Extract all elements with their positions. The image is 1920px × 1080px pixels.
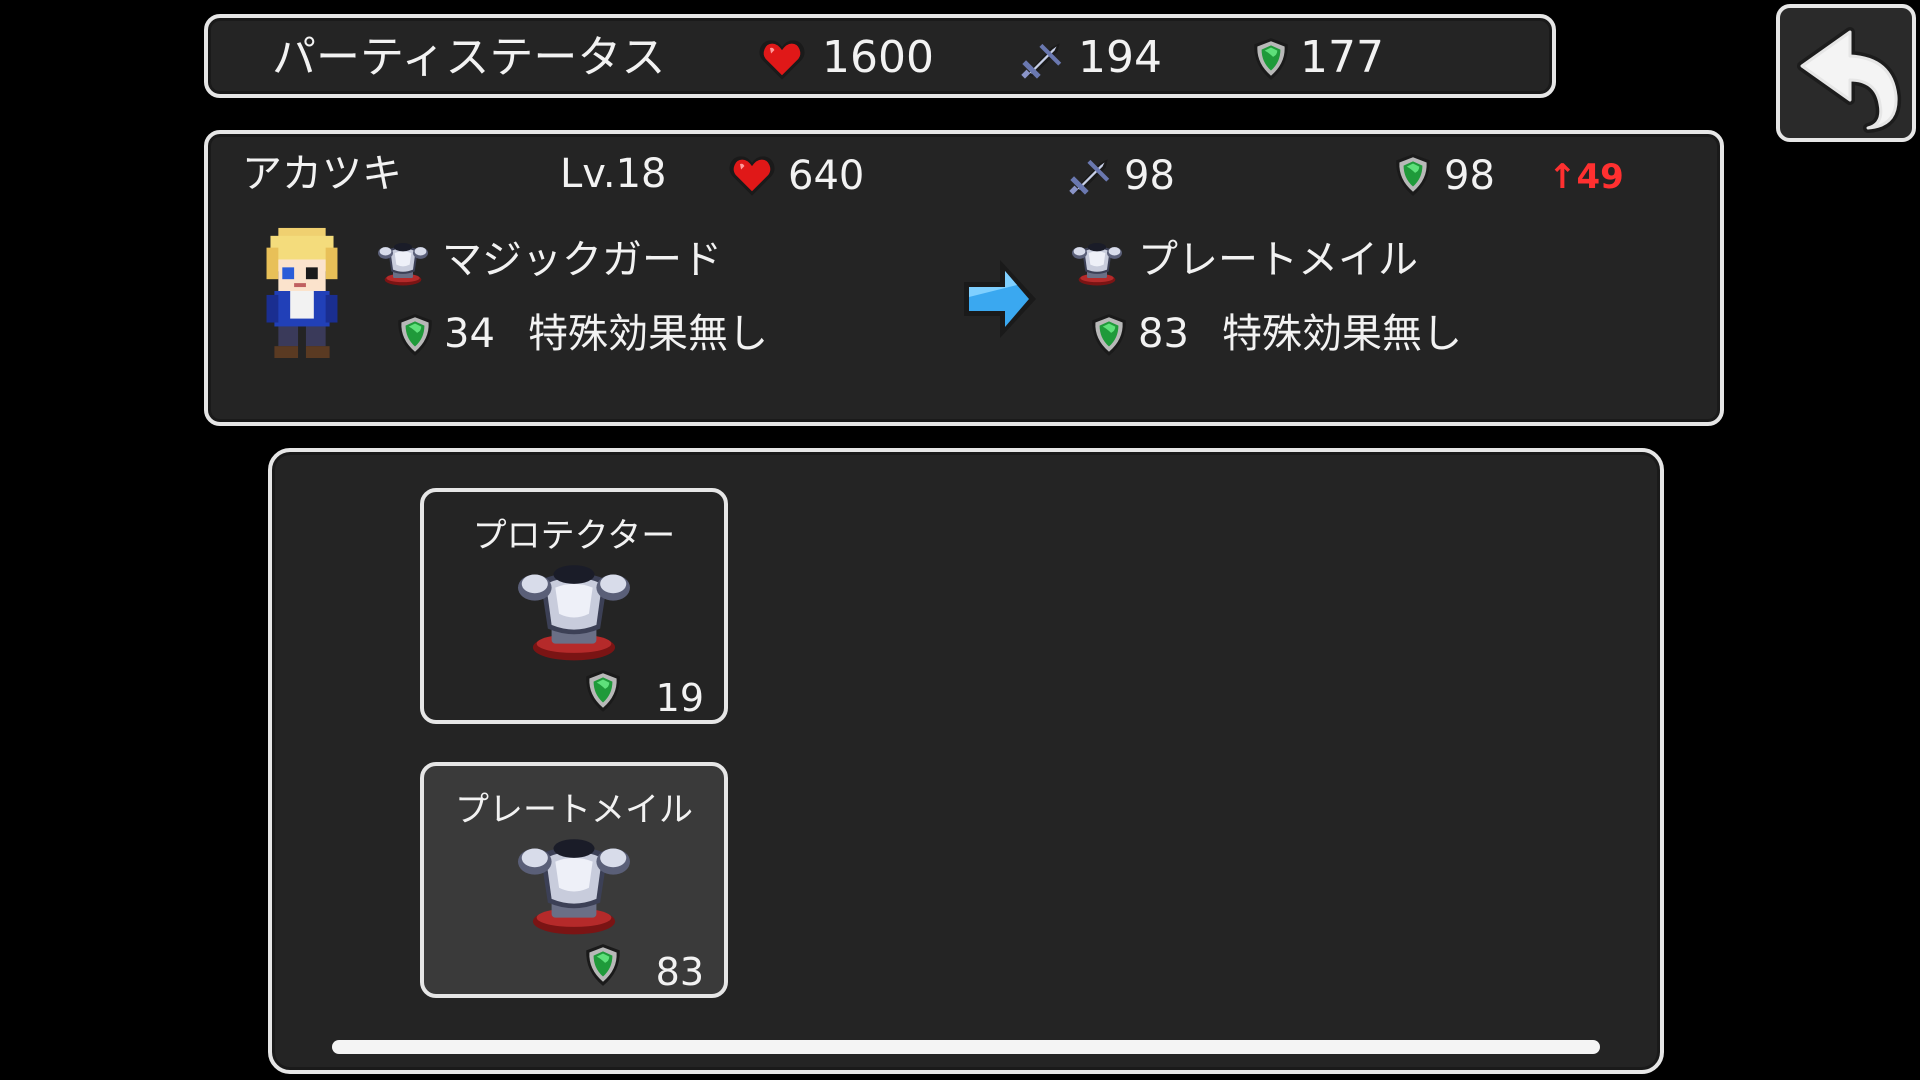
current-equipment-defense: 34 bbox=[444, 311, 495, 357]
party-attack-value: 194 bbox=[1078, 32, 1162, 83]
current-equipment-effect: 特殊効果無し bbox=[528, 311, 768, 357]
item-defense: 19 bbox=[655, 676, 704, 720]
shield-icon bbox=[582, 668, 624, 714]
horizontal-scrollbar[interactable] bbox=[332, 1040, 1600, 1054]
shield-icon bbox=[1392, 152, 1434, 198]
new-equipment-effect: 特殊効果無し bbox=[1222, 311, 1462, 357]
armor-icon bbox=[1070, 238, 1124, 288]
item-defense: 83 bbox=[655, 950, 704, 994]
character-sprite bbox=[266, 227, 338, 358]
armor-icon bbox=[376, 238, 430, 288]
new-equipment-defense: 83 bbox=[1138, 311, 1189, 357]
heart-icon bbox=[758, 38, 806, 82]
current-equipment-name: マジックガード bbox=[442, 237, 722, 283]
character-attack-value: 98 bbox=[1124, 153, 1175, 199]
character-level: Lv.18 bbox=[560, 151, 667, 197]
defense-change-indicator: ↑49 bbox=[1548, 157, 1624, 197]
party-defense-value: 177 bbox=[1300, 32, 1384, 83]
item-card-plate-mail[interactable]: プレートメイル 83 bbox=[420, 762, 728, 998]
sword-icon bbox=[1020, 38, 1066, 82]
character-panel: アカツキ Lv.18 640 98 98 ↑49 マジックガード 34 特殊効果… bbox=[204, 130, 1724, 426]
shield-icon bbox=[1250, 36, 1292, 82]
character-name: アカツキ bbox=[242, 151, 402, 197]
heart-icon bbox=[728, 154, 776, 198]
return-arrow-icon bbox=[1797, 27, 1902, 133]
item-card-protector[interactable]: プロテクター 19 bbox=[420, 488, 728, 724]
party-status-panel: パーティステータス 1600 194 177 bbox=[204, 14, 1556, 98]
arrow-right-icon bbox=[964, 260, 1036, 338]
character-hp-value: 640 bbox=[788, 153, 865, 199]
back-button[interactable] bbox=[1776, 4, 1916, 142]
inventory-panel: プロテクター 19 プレートメイル 83 bbox=[268, 448, 1664, 1074]
shield-icon bbox=[394, 312, 436, 358]
armor-icon bbox=[514, 828, 634, 940]
party-hp-value: 1600 bbox=[822, 32, 934, 83]
party-status-title: パーティステータス bbox=[272, 32, 666, 83]
item-name: プレートメイル bbox=[455, 790, 693, 830]
item-name: プロテクター bbox=[472, 516, 676, 556]
shield-icon bbox=[1088, 312, 1130, 358]
new-equipment-name: プレートメイル bbox=[1138, 237, 1418, 283]
sword-icon bbox=[1068, 154, 1114, 198]
armor-icon bbox=[514, 554, 634, 666]
shield-icon bbox=[582, 942, 624, 988]
character-defense-value: 98 bbox=[1444, 153, 1495, 199]
